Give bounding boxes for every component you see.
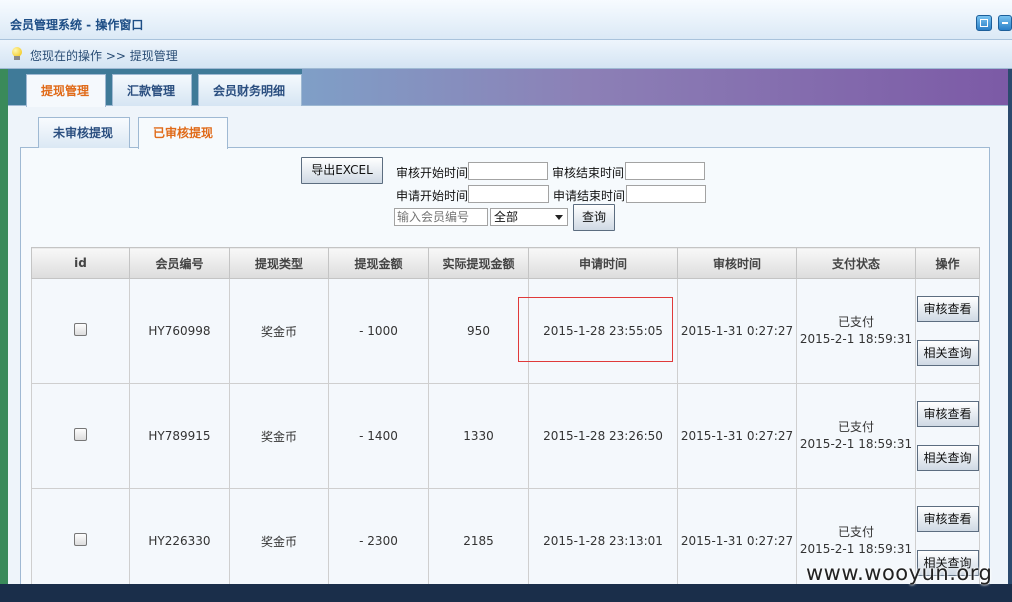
apply-start-input[interactable]	[468, 185, 549, 203]
col-header-pay-status[interactable]: 支付状态	[796, 247, 916, 279]
audit-view-button[interactable]: 审核查看	[916, 506, 979, 532]
audit-view-button[interactable]: 审核查看	[916, 296, 979, 322]
lightbulb-icon	[11, 47, 23, 61]
audit-view-button[interactable]: 审核查看	[916, 401, 979, 427]
apply-end-input[interactable]	[626, 185, 706, 203]
audit-start-label: 审核开始时间	[396, 166, 469, 180]
col-header-actions: 操作	[915, 247, 980, 279]
left-border	[0, 69, 8, 584]
highlight-box	[518, 297, 673, 362]
cell-type: 奖金币	[229, 383, 329, 489]
export-excel-button[interactable]: 导出EXCEL	[301, 157, 383, 184]
row-checkbox[interactable]	[74, 323, 87, 336]
cell-actions: 审核查看 相关查询	[915, 383, 980, 489]
pay-status-text: 已支付	[837, 420, 874, 434]
cell-actual-amount: 1330	[428, 383, 529, 489]
breadcrumb: 您现在的操作 >> 提现管理	[0, 40, 1012, 69]
col-header-type[interactable]: 提现类型	[229, 247, 329, 279]
pay-time-text: 2015-2-1 18:59:31	[799, 332, 913, 346]
status-select[interactable]: 全部	[490, 208, 568, 226]
maximize-icon[interactable]	[976, 15, 992, 31]
pay-status-text: 已支付	[837, 525, 874, 539]
row-checkbox[interactable]	[74, 533, 87, 546]
breadcrumb-text: 您现在的操作 >> 提现管理	[30, 49, 178, 63]
col-header-audit-time[interactable]: 审核时间	[677, 247, 797, 279]
apply-end-label: 申请结束时间	[553, 189, 626, 203]
window-title: 会员管理系统 - 操作窗口	[10, 18, 144, 32]
row-checkbox[interactable]	[74, 428, 87, 441]
cell-apply-time: 2015-1-28 23:13:01	[528, 488, 678, 594]
cell-pay-status: 已支付 2015-2-1 18:59:31	[796, 278, 916, 384]
cell-member-no: HY226330	[129, 488, 230, 594]
pay-time-text: 2015-2-1 18:59:31	[799, 542, 913, 556]
audit-end-label: 审核结束时间	[552, 166, 625, 180]
audit-start-input[interactable]	[468, 162, 548, 180]
pay-status-text: 已支付	[837, 315, 874, 329]
withdraw-table: id 会员编号 提现类型 提现金额 实际提现金额 申请时间 审核时间 支付状态 …	[31, 247, 980, 594]
cell-actual-amount: 2185	[428, 488, 529, 594]
tab-strip-background	[302, 69, 1008, 105]
window-titlebar: 会员管理系统 - 操作窗口	[0, 0, 1012, 40]
cell-audit-time: 2015-1-31 0:27:27	[677, 488, 797, 594]
col-header-member-no[interactable]: 会员编号	[129, 247, 230, 279]
tab-withdraw-management[interactable]: 提现管理	[26, 74, 106, 107]
cell-member-no: HY789915	[129, 383, 230, 489]
watermark-text: www.wooyun.org	[806, 561, 993, 585]
col-header-actual-amount[interactable]: 实际提现金额	[428, 247, 529, 279]
table-row: HY789915 奖金币 - 1400 1330 2015-1-28 23:26…	[31, 383, 980, 489]
cell-amount: - 1000	[328, 278, 429, 384]
cell-amount: - 1400	[328, 383, 429, 489]
cell-actual-amount: 950	[428, 278, 529, 384]
tab-unaudited-withdraw[interactable]: 未审核提现	[38, 117, 130, 148]
col-header-apply-time[interactable]: 申请时间	[528, 247, 678, 279]
table-row: HY760998 奖金币 - 1000 950 2015-1-28 23:55:…	[31, 278, 980, 384]
cell-amount: - 2300	[328, 488, 429, 594]
chevron-down-icon	[555, 215, 563, 220]
member-no-input[interactable]	[394, 208, 488, 226]
tab-remittance-management[interactable]: 汇款管理	[112, 74, 192, 106]
table-header-row: id 会员编号 提现类型 提现金额 实际提现金额 申请时间 审核时间 支付状态 …	[31, 247, 980, 279]
query-button[interactable]: 查询	[573, 204, 615, 231]
cell-audit-time: 2015-1-31 0:27:27	[677, 278, 797, 384]
tab-member-finance-detail[interactable]: 会员财务明细	[198, 74, 302, 106]
cell-apply-time: 2015-1-28 23:26:50	[528, 383, 678, 489]
cell-type: 奖金币	[229, 488, 329, 594]
cell-pay-status: 已支付 2015-2-1 18:59:31	[796, 383, 916, 489]
col-header-id[interactable]: id	[31, 247, 130, 279]
pay-time-text: 2015-2-1 18:59:31	[799, 437, 913, 451]
cell-audit-time: 2015-1-31 0:27:27	[677, 383, 797, 489]
cell-member-no: HY760998	[129, 278, 230, 384]
minimize-icon[interactable]	[998, 15, 1012, 31]
cell-type: 奖金币	[229, 278, 329, 384]
related-query-button[interactable]: 相关查询	[916, 445, 979, 471]
bottom-frame	[0, 584, 1012, 602]
related-query-button[interactable]: 相关查询	[916, 340, 979, 366]
status-select-value: 全部	[494, 210, 519, 224]
tab-audited-withdraw[interactable]: 已审核提现	[138, 117, 228, 149]
apply-start-label: 申请开始时间	[396, 189, 469, 203]
cell-actions: 审核查看 相关查询	[915, 278, 980, 384]
audit-end-input[interactable]	[625, 162, 705, 180]
col-header-amount[interactable]: 提现金额	[328, 247, 429, 279]
